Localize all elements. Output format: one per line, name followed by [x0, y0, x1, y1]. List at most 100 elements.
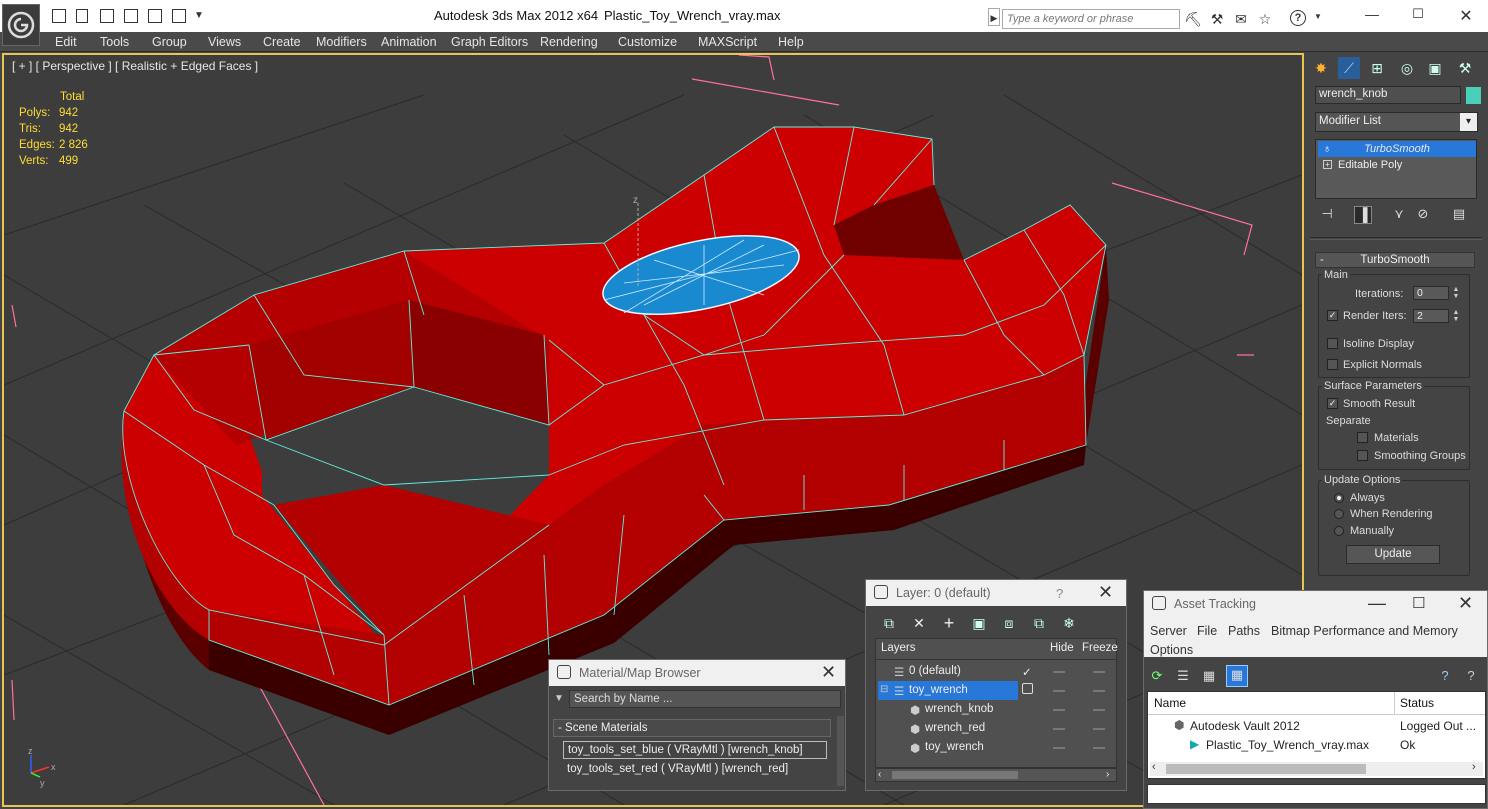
menu-edit[interactable]: Edit	[55, 35, 77, 49]
minimize-icon[interactable]: —	[1360, 6, 1384, 24]
expand-plus-icon[interactable]: +	[1323, 160, 1332, 169]
hide-toggle[interactable]	[1053, 728, 1065, 730]
configure-sets-icon[interactable]: ▤	[1450, 206, 1468, 224]
binoculars-icon[interactable]: ⛏	[1184, 10, 1202, 28]
app-logo-icon[interactable]	[2, 4, 40, 46]
stack-item-editable-poly[interactable]: + Editable Poly	[1318, 157, 1476, 173]
minimize-icon[interactable]: —	[1368, 593, 1386, 614]
hide-toggle[interactable]	[1053, 671, 1065, 673]
help-icon[interactable]: ?	[1290, 10, 1306, 26]
freeze-all-layers-icon[interactable]: ❄	[1060, 614, 1078, 632]
project-folder-icon[interactable]	[124, 9, 138, 23]
turbosmooth-rollout-header[interactable]: - TurboSmooth	[1315, 252, 1475, 268]
help-icon[interactable]: ?	[1436, 667, 1454, 685]
close-icon[interactable]: ✕	[1098, 582, 1113, 603]
scroll-thumb[interactable]	[1166, 764, 1366, 774]
smooth-result-checkbox[interactable]: ✓	[1327, 398, 1338, 409]
undo-icon[interactable]	[148, 9, 162, 23]
close-icon[interactable]: ✕	[1458, 593, 1473, 614]
chevron-down-icon[interactable]: ▾	[1460, 113, 1477, 131]
menu-help[interactable]: Help	[778, 35, 804, 49]
iterations-spinner[interactable]: 0	[1413, 286, 1449, 300]
help-icon[interactable]: ?	[1056, 586, 1063, 601]
menu-options[interactable]: Options	[1150, 643, 1193, 657]
save-icon[interactable]	[76, 9, 88, 23]
make-current-icon[interactable]	[1022, 683, 1033, 694]
material-browser-scrollbar[interactable]	[837, 716, 844, 786]
menu-bitmap-performance[interactable]: Bitmap Performance and Memory	[1271, 624, 1458, 638]
current-layer-check-icon[interactable]: ✓	[1022, 665, 1032, 679]
explicit-normals-checkbox[interactable]	[1327, 359, 1338, 370]
hierarchy-tab-icon[interactable]: ⊞	[1366, 57, 1388, 79]
scroll-right-icon[interactable]: ›	[1106, 769, 1109, 780]
radio-when-rendering[interactable]	[1334, 509, 1344, 519]
filter-dropdown-icon[interactable]: ▼	[554, 693, 564, 704]
menu-maxscript[interactable]: MAXScript	[698, 35, 757, 49]
layer-horizontal-scrollbar[interactable]: ‹ ›	[875, 768, 1117, 782]
delete-layer-icon[interactable]: ✕	[910, 614, 928, 632]
isoline-display-checkbox[interactable]	[1327, 338, 1338, 349]
viewport-label[interactable]: [ + ] [ Perspective ] [ Realistic + Edge…	[12, 59, 258, 73]
select-objects-icon[interactable]: ▣	[970, 614, 988, 632]
new-file-icon[interactable]	[52, 9, 66, 23]
freeze-toggle[interactable]	[1093, 728, 1105, 730]
radio-manually[interactable]	[1334, 526, 1344, 536]
collapse-minus-icon[interactable]: -	[1320, 253, 1324, 267]
menu-modifiers[interactable]: Modifiers	[316, 35, 367, 49]
material-item-red[interactable]: toy_tools_set_red ( VRayMtl ) [wrench_re…	[563, 761, 827, 779]
table-view-icon[interactable]: ▦	[1226, 665, 1248, 687]
object-color-swatch[interactable]	[1466, 87, 1481, 104]
highlight-layer-icon[interactable]: ⧈	[1000, 614, 1018, 632]
scene-materials-section[interactable]: - Scene Materials	[553, 719, 831, 737]
menu-customize[interactable]: Customize	[618, 35, 677, 49]
utilities-tab-icon[interactable]: ⚒	[1454, 57, 1476, 79]
scroll-left-icon[interactable]: ‹	[1152, 761, 1156, 773]
refresh-icon[interactable]: ⟳	[1148, 667, 1166, 685]
freeze-toggle[interactable]	[1093, 747, 1105, 749]
asset-row-vault[interactable]: ⬢ Autodesk Vault 2012 Logged Out ...	[1148, 717, 1485, 736]
menu-group[interactable]: Group	[152, 35, 187, 49]
quick-access-dropdown-icon[interactable]: ▼	[194, 10, 204, 21]
close-icon[interactable]: ✕	[821, 662, 836, 683]
layer-row-toy-wrench-object[interactable]: ⬢ toy_wrench	[876, 738, 1116, 757]
search-input[interactable]: Type a keyword or phrase	[1002, 9, 1180, 29]
spinner-arrows-icon[interactable]: ▲ ▼	[1452, 286, 1460, 300]
hide-toggle[interactable]	[1053, 690, 1065, 692]
pin-stack-icon[interactable]: ⊣	[1318, 206, 1336, 224]
list-view-icon[interactable]: ☰	[1174, 667, 1192, 685]
layer-row-toy-wrench[interactable]: ⊟ ☰ toy_wrench	[876, 681, 1116, 700]
hide-toggle[interactable]	[1053, 709, 1065, 711]
stack-item-turbosmooth[interactable]: ♁ TurboSmooth	[1318, 141, 1476, 157]
context-help-icon[interactable]: ?	[1462, 667, 1480, 685]
menu-file[interactable]: File	[1197, 624, 1217, 638]
spinner-arrows-icon[interactable]: ▲ ▼	[1452, 309, 1460, 323]
column-freeze[interactable]: Freeze	[1082, 642, 1118, 654]
modifier-list-dropdown[interactable]: Modifier List ▾	[1315, 112, 1478, 132]
favorites-star-icon[interactable]: ☆	[1256, 10, 1274, 28]
scroll-right-icon[interactable]: ›	[1472, 761, 1476, 773]
scroll-thumb[interactable]	[892, 771, 1018, 779]
materials-checkbox[interactable]	[1357, 432, 1368, 443]
radio-always[interactable]	[1334, 493, 1344, 503]
tools-icon[interactable]: ⚒	[1208, 10, 1226, 28]
material-item-blue[interactable]: toy_tools_set_blue ( VRayMtl ) [wrench_k…	[563, 741, 827, 759]
scroll-left-icon[interactable]: ‹	[878, 769, 881, 780]
close-icon[interactable]: ✕	[1454, 6, 1478, 25]
show-end-result-icon[interactable]: ▐	[1354, 206, 1372, 224]
create-layer-icon[interactable]: ⧉	[880, 614, 898, 632]
column-hide[interactable]: Hide	[1050, 642, 1074, 654]
freeze-toggle[interactable]	[1093, 709, 1105, 711]
asset-tracking-titlebar[interactable]: Asset Tracking — ☐ ✕	[1144, 591, 1487, 617]
communication-center-icon[interactable]: ✉	[1232, 10, 1250, 28]
smoothing-groups-checkbox[interactable]	[1357, 450, 1368, 461]
maximize-icon[interactable]: ☐	[1406, 6, 1430, 24]
lightbulb-icon[interactable]: ♁	[1323, 141, 1331, 157]
create-tab-icon[interactable]: ✸	[1310, 57, 1332, 79]
menu-rendering[interactable]: Rendering	[540, 35, 598, 49]
menu-server[interactable]: Server	[1150, 624, 1187, 638]
column-name[interactable]: Name	[1154, 696, 1186, 710]
freeze-toggle[interactable]	[1093, 690, 1105, 692]
hide-toggle[interactable]	[1053, 747, 1065, 749]
menu-paths[interactable]: Paths	[1228, 624, 1260, 638]
render-iters-spinner[interactable]: 2	[1413, 309, 1449, 323]
